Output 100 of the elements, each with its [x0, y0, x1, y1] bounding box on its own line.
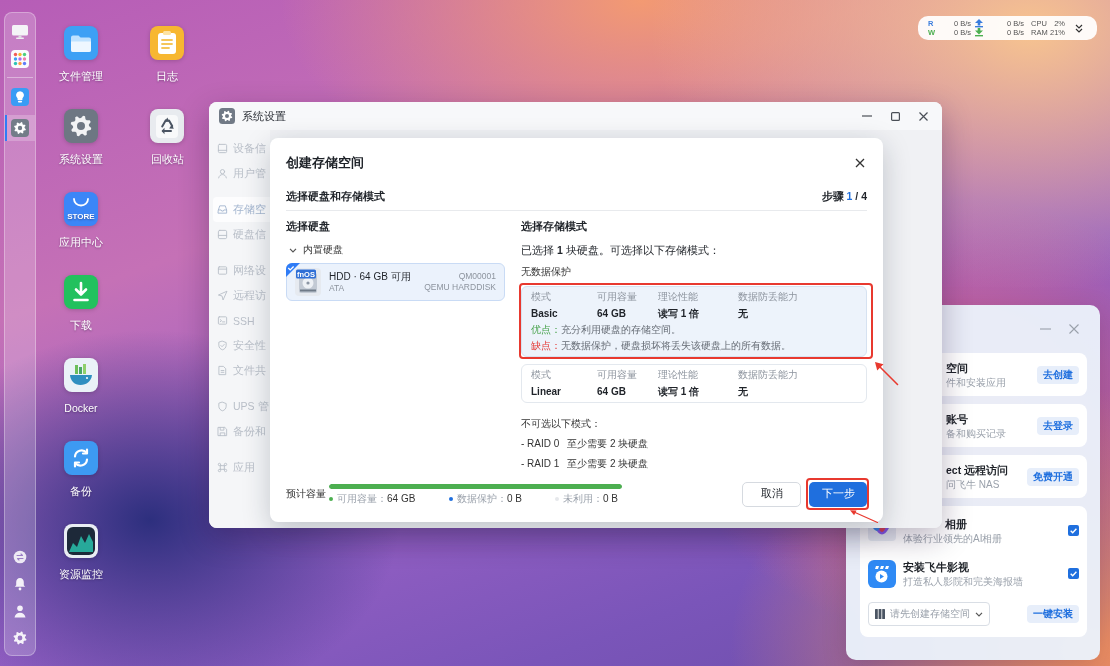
desktop-shortcut[interactable]: STORE 应用中心 [59, 192, 103, 249]
field-value: 64 GB [597, 308, 627, 320]
checkbox[interactable] [1068, 525, 1079, 536]
field-value: Linear [531, 386, 562, 398]
app-description: 体验行业领先的AI相册 [903, 532, 1004, 545]
user-icon [217, 168, 228, 179]
minimize-icon [862, 115, 872, 117]
close-icon [1069, 324, 1079, 334]
field-value: 64 GB [597, 386, 627, 398]
section-title: 选择硬盘 [286, 219, 331, 234]
mode-requirement: 至少需要 2 块硬盘 [567, 438, 649, 450]
lightbulb-icon [11, 88, 29, 106]
step-indicator: 步骤 1 / 4 [821, 189, 867, 204]
task-title: 账号 [946, 411, 969, 426]
close-button[interactable] [853, 156, 867, 170]
next-button[interactable]: 下一步 [809, 481, 867, 507]
mode-option[interactable]: 模式 可用容量 理论性能 数据防丢能力 Linear 64 GB 读写 1 倍 无 [521, 364, 867, 403]
task-description: 件和安装应用 [946, 376, 1007, 389]
field-value: 无 [738, 308, 749, 320]
disk-serial: QM00001 [458, 271, 496, 282]
send-icon [217, 290, 228, 301]
task-description: 备和购买记录 [946, 427, 1007, 440]
field-label: 数据防丢能力 [738, 369, 799, 381]
store-icon: STORE [64, 192, 98, 226]
double-chevron-icon[interactable] [1075, 23, 1083, 33]
desktop-shortcut[interactable]: 日志 [150, 26, 184, 83]
floppy-icon [217, 426, 228, 437]
desktop-shortcut[interactable]: 文件管理 [59, 26, 103, 83]
document-icon [217, 365, 228, 376]
window-icon [217, 265, 228, 276]
group-label: 无数据保护 [521, 266, 572, 278]
dock-button[interactable] [5, 115, 35, 141]
section-label: 不可选以下模式： [521, 418, 602, 430]
folder-icon [64, 26, 98, 60]
monitor-icon [11, 24, 29, 40]
summary-text: 已选择 1 块硬盘。可选择以下存储模式： [521, 243, 721, 258]
field-label: 理论性能 [658, 369, 699, 381]
legend-label: 可用容量： [337, 492, 387, 505]
bell-icon[interactable] [13, 577, 27, 591]
field-value: Basic [531, 308, 559, 320]
cancel-button[interactable]: 取消 [742, 481, 801, 507]
close-icon [918, 111, 928, 121]
download-icon [64, 275, 98, 309]
task-title: ect 远程访问 [946, 462, 1010, 477]
field-label: 模式 [531, 291, 552, 303]
field-label: 理论性能 [658, 291, 699, 303]
desktop-shortcut[interactable]: 资源监控 [59, 524, 103, 581]
note-text: 缺点：无数据保护，硬盘损坏将丢失该硬盘上的所有数据。 [531, 340, 792, 352]
pointer-arrow [874, 361, 899, 386]
command-icon [217, 462, 228, 473]
legend-value: 0 B [603, 492, 618, 505]
desktop-shortcut[interactable]: 下载 [64, 275, 98, 332]
disk-interface: ATA [329, 282, 346, 294]
disk-group-toggle[interactable]: 内置硬盘 [286, 242, 505, 258]
field-label: 数据防丢能力 [738, 291, 799, 303]
drive-icon [217, 143, 228, 154]
mode-option[interactable]: 模式 可用容量 理论性能 数据防丢能力 Basic 64 GB 读写 1 倍 无 优点：充分利用硬盘的存储空间。 缺点：无数据保护，硬盘损坏将丢失该硬盘上的所有数据。 [521, 286, 867, 357]
legend-label: 数据保护： [457, 492, 507, 505]
field-label: 可用容量 [597, 369, 638, 381]
shield-check-icon [217, 340, 228, 351]
app-title: 安装飞牛影视 [903, 559, 970, 574]
field-label: 模式 [531, 369, 552, 381]
mode-name: - RAID 0 [521, 438, 560, 450]
app-title: 相册 [945, 516, 968, 531]
disk-name: HDD · 64 GB 可用 [329, 270, 412, 283]
storage-select[interactable]: 请先创建存储空间 [868, 602, 990, 626]
note-text: 优点：充分利用硬盘的存储空间。 [531, 324, 682, 336]
field-label: 可用容量 [597, 291, 638, 303]
settings-icon[interactable] [13, 631, 27, 645]
desktop-shortcut[interactable]: Docker [64, 358, 98, 415]
legend-value: 64 GB [387, 492, 416, 505]
install-button[interactable]: 一键安装 [1027, 605, 1079, 623]
checkbox[interactable] [1068, 568, 1079, 579]
desktop-shortcut[interactable]: 回收站 [150, 109, 184, 166]
close-icon [855, 158, 865, 168]
capacity-label: 预计容量 [286, 487, 327, 501]
play-icon [868, 559, 896, 588]
field-value: 读写 1 倍 [658, 386, 701, 398]
user-icon[interactable] [13, 604, 27, 618]
field-value: 无 [738, 386, 749, 398]
legend-label: 未利用： [563, 492, 603, 505]
task-title: 空间 [946, 360, 969, 375]
desktop-shortcut[interactable]: 备份 [64, 441, 98, 498]
sync-icon [64, 441, 98, 475]
server-icon [875, 609, 885, 619]
action-button[interactable]: 免费开通 [1027, 467, 1079, 486]
sidebar-item[interactable]: 存储空 [213, 197, 270, 222]
app-description: 打造私人影院和完美海报墙 [903, 575, 1024, 588]
action-button[interactable]: 去创建 [1037, 365, 1079, 384]
desktop-shortcut[interactable]: 系统设置 [59, 109, 103, 166]
disk-model: QEMU HARDDISK [424, 282, 496, 293]
recycle-icon [150, 109, 184, 143]
action-button[interactable]: 去登录 [1037, 416, 1079, 435]
mode-name: - RAID 1 [521, 458, 560, 470]
gear-icon [11, 119, 29, 137]
tray-icon [217, 204, 228, 215]
shield-icon [217, 401, 228, 412]
dialog-title: 创建存储空间 [286, 154, 364, 172]
swap-icon[interactable] [13, 550, 27, 564]
step-title: 选择硬盘和存储模式 [286, 189, 385, 204]
